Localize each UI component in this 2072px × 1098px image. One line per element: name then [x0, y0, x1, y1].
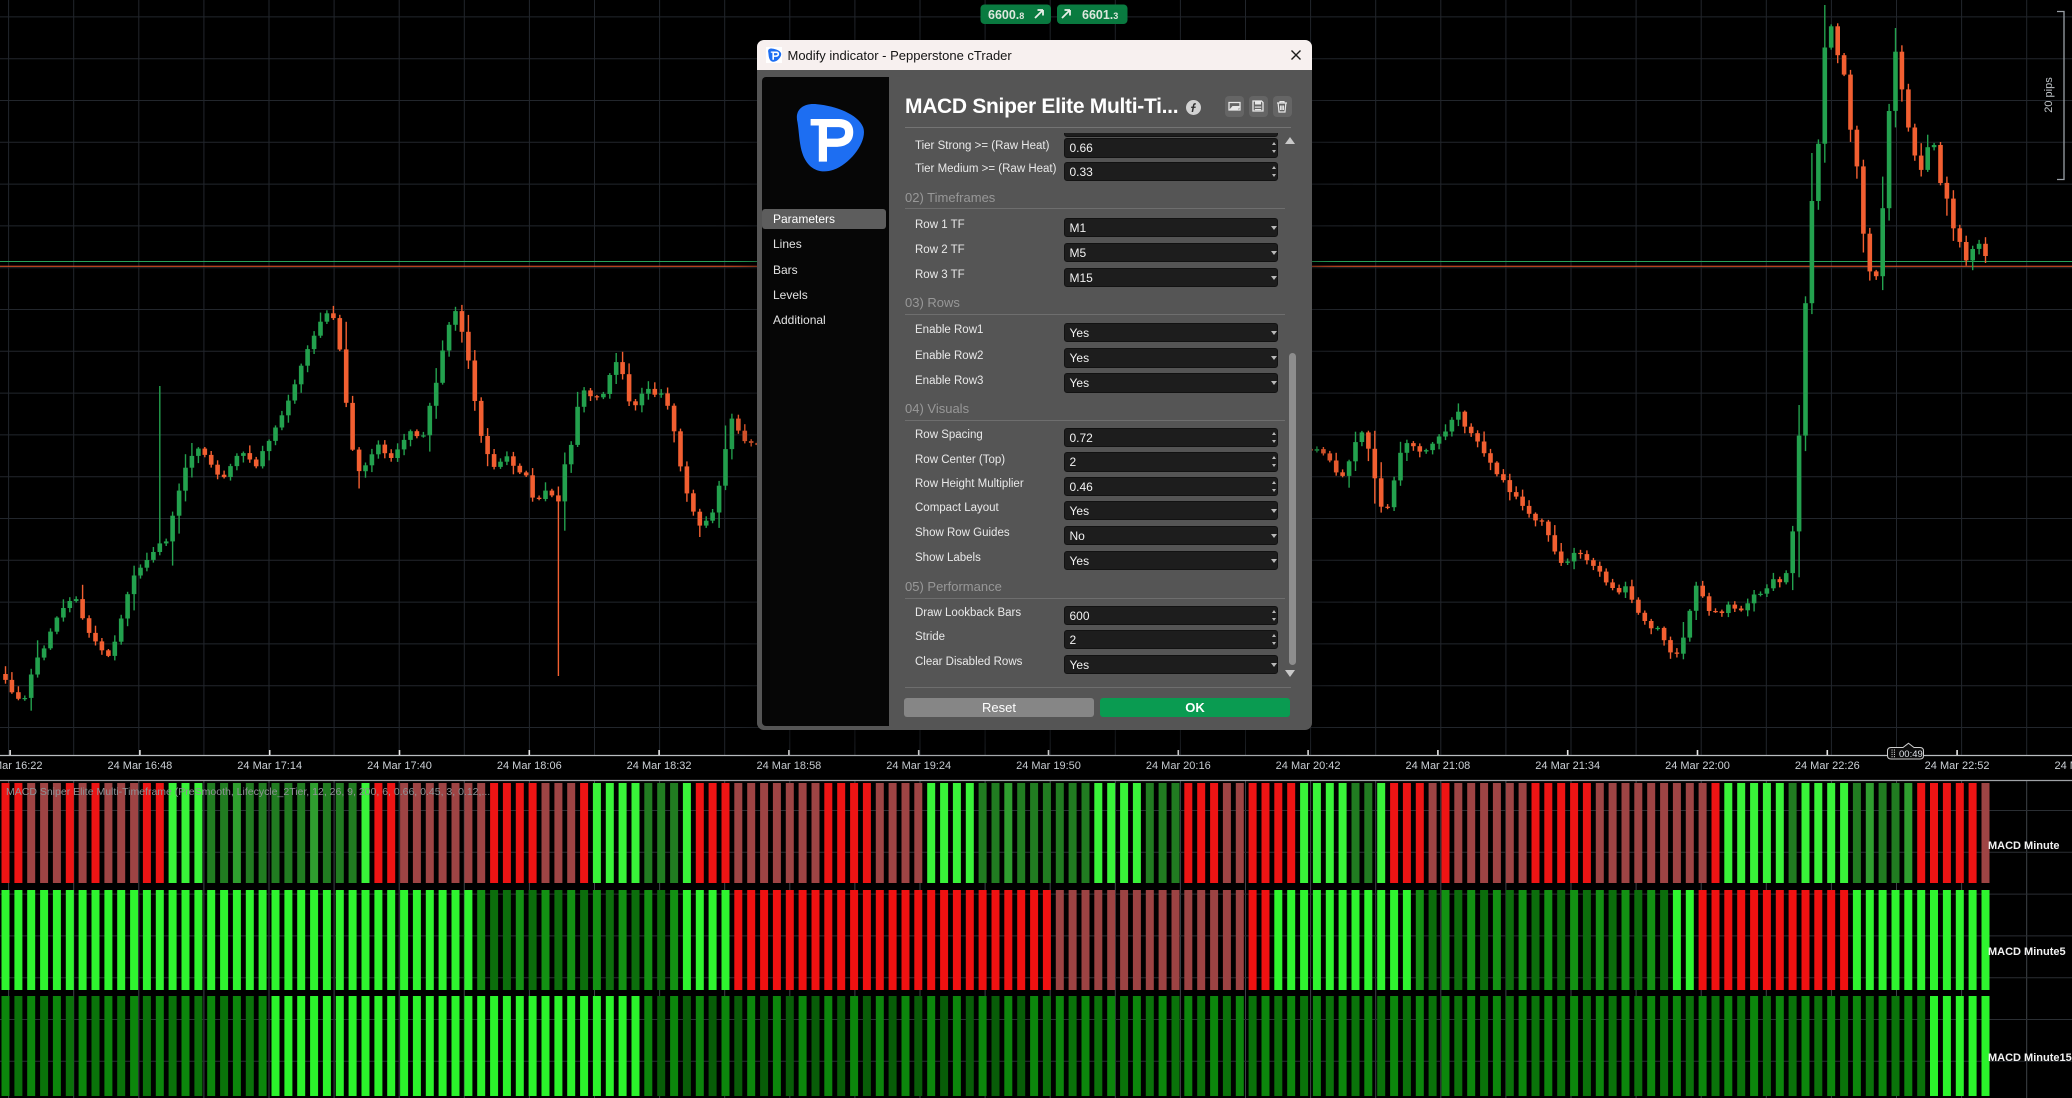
- svg-text:24 Mar 22:26: 24 Mar 22:26: [1795, 760, 1860, 772]
- svg-text:24 Mar 20:42: 24 Mar 20:42: [1276, 760, 1341, 772]
- svg-text:24 Mar 21:08: 24 Mar 21:08: [1405, 760, 1470, 772]
- svg-text:MACD Minute: MACD Minute: [1988, 840, 2060, 852]
- svg-text:24 Mar 16:48: 24 Mar 16:48: [107, 760, 172, 772]
- svg-text:24 Mar 18:58: 24 Mar 18:58: [756, 760, 821, 772]
- svg-text:20 pips: 20 pips: [2043, 77, 2055, 113]
- svg-text:24 Mar 19:50: 24 Mar 19:50: [1016, 760, 1081, 772]
- svg-text:24 Mar 22:00: 24 Mar 22:00: [1665, 760, 1730, 772]
- svg-text:24 Mar 22:52: 24 Mar 22:52: [1925, 760, 1990, 772]
- svg-text:MACD Minute5: MACD Minute5: [1988, 946, 2066, 958]
- svg-text:00:49: 00:49: [1899, 749, 1923, 760]
- svg-text:24 Mar 17:14: 24 Mar 17:14: [237, 760, 302, 772]
- svg-text:MACD Sniper Elite Multi-Timefr: MACD Sniper Elite Multi-Timeframe (PreSm…: [6, 786, 490, 798]
- svg-text:6600.8: 6600.8: [988, 8, 1024, 22]
- svg-text:24 Mar 21:34: 24 Mar 21:34: [1535, 760, 1600, 772]
- svg-text:24 Mar 20:16: 24 Mar 20:16: [1146, 760, 1211, 772]
- svg-text:24 Mar 17:40: 24 Mar 17:40: [367, 760, 432, 772]
- svg-text:24 Mar 23:18: 24 Mar 23:18: [2054, 760, 2072, 772]
- svg-text:24 Mar 18:32: 24 Mar 18:32: [627, 760, 692, 772]
- svg-text:6601.3: 6601.3: [1082, 8, 1118, 22]
- svg-text:24 Mar 19:24: 24 Mar 19:24: [886, 760, 951, 772]
- svg-text:MACD Minute15: MACD Minute15: [1988, 1052, 2072, 1064]
- svg-text:24 Mar 16:22: 24 Mar 16:22: [0, 760, 43, 772]
- svg-text:24 Mar 18:06: 24 Mar 18:06: [497, 760, 562, 772]
